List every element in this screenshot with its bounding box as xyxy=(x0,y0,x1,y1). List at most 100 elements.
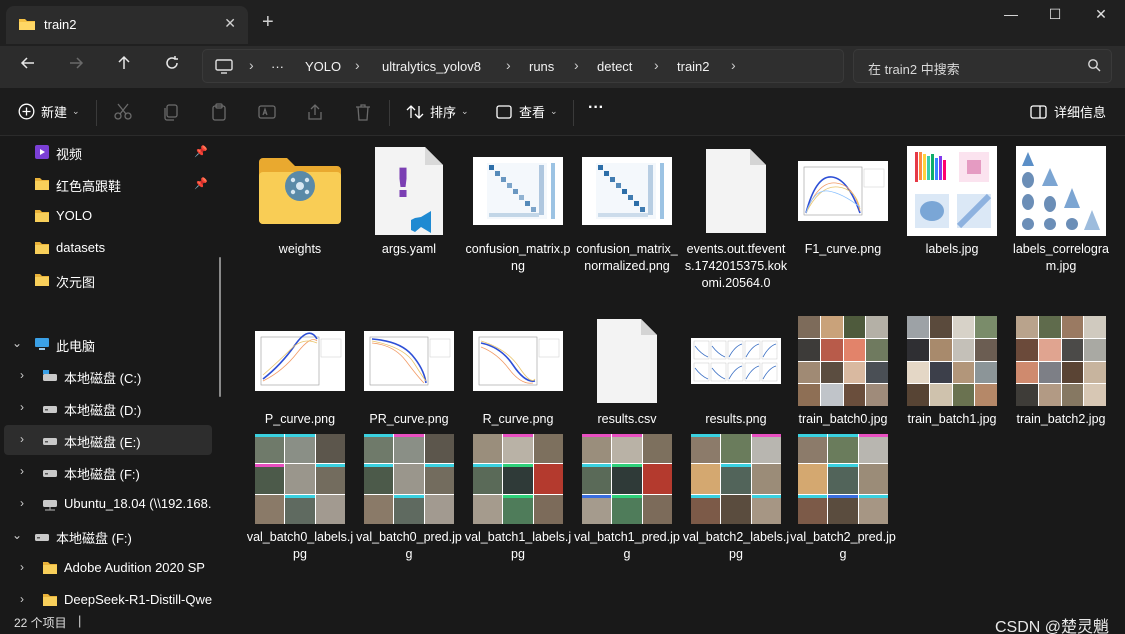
sidebar-item-drive-f-expanded[interactable]: ⌄ 本地磁盘 (F:) xyxy=(4,521,212,551)
photo-mosaic-thumbnail xyxy=(582,434,672,524)
sidebar-item-label: 本地磁盘 (D:) xyxy=(64,403,142,418)
refresh-button[interactable] xyxy=(158,54,186,78)
tab-title: train2 xyxy=(44,17,77,32)
sidebar-item-red-heels[interactable]: 红色高跟鞋 📌 xyxy=(4,169,212,199)
file-name: labels.jpg xyxy=(925,242,979,256)
navigation-bar: › ··· YOLO › ultralytics_yolov8 › runs ›… xyxy=(0,46,1125,88)
file-grid: weights ! args.yaml confusion_matrix.png xyxy=(232,137,1125,610)
confusion-matrix-thumbnail xyxy=(582,157,672,225)
sort-button[interactable]: 排序 ⌄ xyxy=(406,102,469,121)
breadcrumb-detect[interactable]: detect xyxy=(597,59,632,74)
chevron-down-icon[interactable]: ⌄ xyxy=(12,336,22,350)
blank-file-thumbnail xyxy=(682,143,790,239)
breadcrumb-ultralytics[interactable]: ultralytics_yolov8 xyxy=(382,59,481,74)
chevron-right-icon[interactable]: › xyxy=(20,432,24,446)
arrow-left-icon xyxy=(20,57,34,69)
rename-icon[interactable] xyxy=(257,102,277,122)
file-name: val_batch0_labels.jpg xyxy=(246,530,354,561)
close-tab-icon[interactable]: ✕ xyxy=(224,15,236,32)
divider xyxy=(96,100,97,126)
more-options-button[interactable]: ··· xyxy=(588,99,604,117)
image-thumbnail xyxy=(682,313,790,409)
copy-icon[interactable] xyxy=(161,102,181,122)
video-icon xyxy=(35,145,49,159)
paste-icon[interactable] xyxy=(209,102,229,122)
chevron-right-icon: › xyxy=(654,57,659,73)
sidebar-item-datasets[interactable]: datasets xyxy=(4,233,212,263)
command-bar: 新建 ⌄ 排序 ⌄ 查看 ⌄ ··· 详细信息 xyxy=(0,88,1125,136)
photo-mosaic-thumbnail xyxy=(691,434,781,524)
delete-icon[interactable] xyxy=(353,102,373,122)
chevron-right-icon[interactable]: › xyxy=(20,400,24,414)
folder-icon xyxy=(35,274,49,286)
status-divider: | xyxy=(78,613,82,628)
breadcrumb-runs[interactable]: runs xyxy=(529,59,554,74)
search-box[interactable]: 在 train2 中搜索 xyxy=(853,49,1112,83)
folder-icon xyxy=(35,178,49,190)
image-thumbnail xyxy=(246,313,354,409)
pin-icon[interactable]: 📌 xyxy=(194,145,208,158)
sidebar-item-label: datasets xyxy=(56,240,106,255)
up-button[interactable] xyxy=(110,54,138,78)
photo-mosaic-thumbnail xyxy=(473,434,563,524)
drive-icon xyxy=(43,470,57,477)
sidebar-item-drive-e[interactable]: › 本地磁盘 (E:) xyxy=(4,425,212,455)
view-button[interactable]: 查看 ⌄ xyxy=(496,102,558,121)
breadcrumb-yolo[interactable]: YOLO xyxy=(305,59,341,74)
file-name: P_curve.png xyxy=(264,412,336,426)
folder-icon xyxy=(259,158,341,224)
title-bar: train2 ✕ + — ☐ ✕ xyxy=(0,0,1125,46)
breadcrumb-train2[interactable]: train2 xyxy=(677,59,710,74)
folder-icon xyxy=(43,594,57,606)
address-bar[interactable]: › ··· YOLO › ultralytics_yolov8 › runs ›… xyxy=(202,49,844,83)
image-thumbnail xyxy=(573,433,681,525)
blank-file-icon xyxy=(597,319,657,403)
tab-train2[interactable]: train2 ✕ xyxy=(6,6,248,44)
sidebar-item-anime-images[interactable]: 次元图 xyxy=(4,265,212,295)
blank-file-thumbnail xyxy=(573,313,681,409)
share-icon[interactable] xyxy=(305,102,325,122)
search-input[interactable]: 在 train2 中搜索 xyxy=(868,59,960,78)
sidebar-scrollbar[interactable] xyxy=(219,257,221,397)
file-name: weights xyxy=(278,242,322,256)
close-window-button[interactable]: ✕ xyxy=(1086,6,1116,26)
maximize-button[interactable]: ☐ xyxy=(1040,6,1070,26)
file-name: results.png xyxy=(705,412,767,426)
folder-thumbnail xyxy=(246,143,354,239)
photo-mosaic-thumbnail xyxy=(364,434,454,524)
chevron-right-icon[interactable]: › xyxy=(20,368,24,382)
sidebar-item-video[interactable]: 视频 📌 xyxy=(4,137,212,167)
divider xyxy=(573,100,574,126)
monitor-icon xyxy=(215,59,233,74)
sidebar-item-drive-c[interactable]: › 本地磁盘 (C:) xyxy=(4,361,212,391)
folder-icon xyxy=(43,562,57,574)
file-name: args.yaml xyxy=(381,242,437,256)
sidebar-item-label: Adobe Audition 2020 SP xyxy=(64,560,205,575)
chevron-right-icon[interactable]: › xyxy=(20,496,24,510)
sidebar-item-yolo[interactable]: YOLO xyxy=(4,201,212,231)
sidebar-item-network-drive[interactable]: › Ubuntu_18.04 (\\192.168.3 xyxy=(4,489,212,519)
new-button[interactable]: 新建 ⌄ xyxy=(18,102,80,121)
sidebar-item-adobe-audition[interactable]: › Adobe Audition 2020 SP xyxy=(4,553,212,583)
cut-icon[interactable] xyxy=(113,102,133,122)
sidebar-item-drive-d[interactable]: › 本地磁盘 (D:) xyxy=(4,393,212,423)
image-thumbnail xyxy=(898,143,1006,239)
new-tab-button[interactable]: + xyxy=(262,12,274,32)
arrow-up-icon xyxy=(118,55,130,69)
status-bar: 22 个项目 | CSDN @楚灵魈 xyxy=(0,610,1125,634)
sidebar-item-label: 本地磁盘 (F:) xyxy=(64,467,140,482)
forward-button[interactable] xyxy=(62,54,90,78)
details-pane-button[interactable]: 详细信息 xyxy=(1030,102,1106,121)
sidebar-item-drive-f[interactable]: › 本地磁盘 (F:) xyxy=(4,457,212,487)
sidebar-item-label: 次元图 xyxy=(56,275,96,290)
chevron-down-icon[interactable]: ⌄ xyxy=(12,528,22,542)
back-button[interactable] xyxy=(14,54,42,78)
chevron-right-icon[interactable]: › xyxy=(20,592,24,606)
sidebar-item-this-pc[interactable]: ⌄ 此电脑 xyxy=(4,329,212,359)
breadcrumb-more[interactable]: ··· xyxy=(271,59,284,74)
chevron-right-icon[interactable]: › xyxy=(20,464,24,478)
navigation-pane: 视频 📌 红色高跟鞋 📌 YOLO datasets 次元图 ⌄ 此电脑 › 本… xyxy=(0,137,226,610)
pin-icon[interactable]: 📌 xyxy=(194,177,208,190)
minimize-button[interactable]: — xyxy=(996,6,1026,26)
chevron-right-icon[interactable]: › xyxy=(20,560,24,574)
